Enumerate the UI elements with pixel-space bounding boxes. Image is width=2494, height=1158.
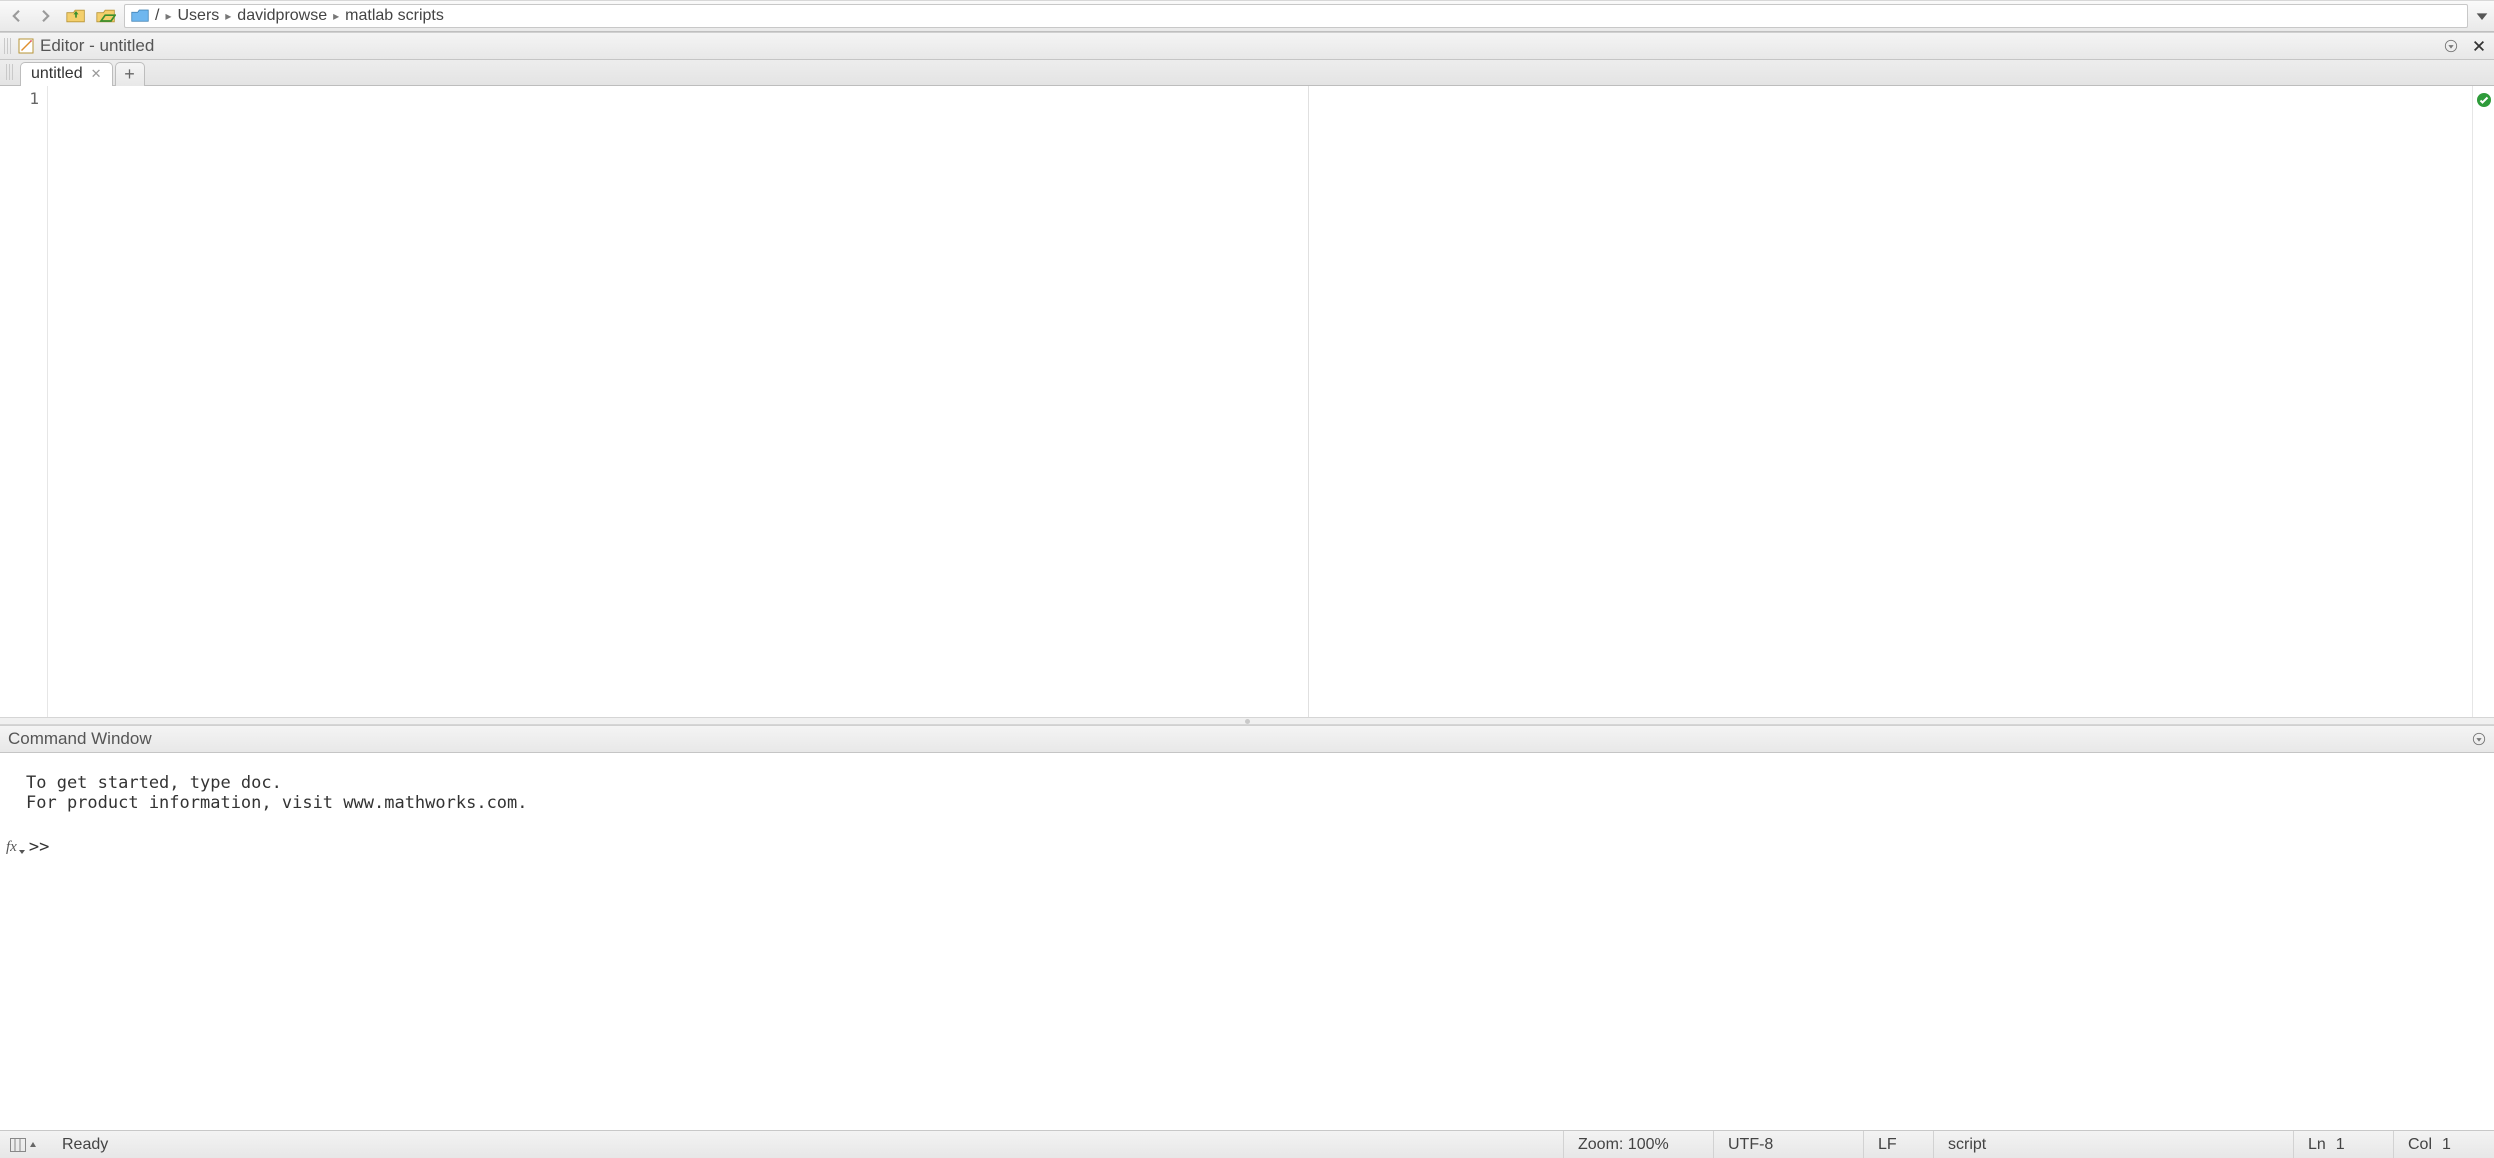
breadcrumb-root[interactable]: / (155, 7, 159, 25)
col-label: Col (2408, 1136, 2432, 1154)
forward-button[interactable] (34, 4, 58, 28)
zoom-value: 100% (1628, 1136, 1669, 1154)
ln-value: 1 (2336, 1136, 2345, 1154)
up-one-level-button[interactable] (64, 4, 88, 28)
line-number-gutter: 1 (0, 86, 48, 718)
grip-dot-icon (1245, 719, 1250, 724)
status-line-ending[interactable]: LF (1864, 1131, 1934, 1158)
caret-down-icon (2474, 8, 2490, 24)
command-prompt-symbol: >> (29, 837, 49, 857)
folder-open-icon (96, 7, 116, 25)
code-analyzer-gutter (2472, 86, 2494, 718)
command-window-titlebar: Command Window (0, 725, 2494, 753)
command-output-line: To get started, type doc. (6, 773, 2488, 793)
close-icon (2472, 39, 2486, 53)
folder-icon (131, 8, 149, 24)
drag-handle[interactable] (4, 38, 12, 54)
status-bar: Ready Zoom: 100% UTF-8 LF script Ln 1 Co… (0, 1130, 2494, 1158)
tab-close-button[interactable]: ✕ (91, 66, 102, 82)
arrow-right-icon (37, 7, 55, 25)
editor-body: 1 (0, 86, 2494, 718)
current-folder-field[interactable]: / ▸ Users ▸ davidprowse ▸ matlab scripts (124, 4, 2468, 28)
circle-caret-down-icon (2444, 39, 2458, 53)
code-text-area[interactable] (48, 86, 2472, 718)
chevron-right-icon: ▸ (165, 9, 171, 23)
command-window-body[interactable]: To get started, type doc. For product in… (0, 753, 2494, 1130)
editor-tabstrip: untitled ✕ + (0, 60, 2494, 86)
command-window-pane: Command Window To get started, type doc.… (0, 725, 2494, 1130)
pane-splitter[interactable] (0, 717, 2494, 725)
status-line-number[interactable]: Ln 1 (2294, 1131, 2394, 1158)
zoom-label: Zoom: (1578, 1136, 1623, 1154)
layout-button[interactable] (6, 1135, 30, 1155)
breadcrumb-segment[interactable]: Users (177, 7, 219, 25)
status-file-type[interactable]: script (1934, 1131, 2294, 1158)
ln-label: Ln (2308, 1136, 2326, 1154)
editor-tab[interactable]: untitled ✕ (20, 62, 113, 86)
editor-title: Editor - untitled (40, 36, 2434, 56)
col-value: 1 (2442, 1136, 2451, 1154)
tab-label: untitled (31, 65, 83, 83)
line-number: 1 (0, 88, 47, 110)
editor-titlebar: Editor - untitled (0, 32, 2494, 60)
path-history-dropdown[interactable] (2474, 8, 2490, 24)
command-window-title: Command Window (4, 729, 2462, 749)
status-message: Ready (48, 1131, 1564, 1158)
layout-icon (10, 1138, 26, 1152)
editor-pane: Editor - untitled untitled ✕ + 1 (0, 32, 2494, 718)
chevron-right-icon: ▸ (333, 9, 339, 23)
plus-icon: + (124, 64, 135, 85)
new-tab-button[interactable]: + (115, 62, 145, 86)
editor-close-button[interactable] (2468, 35, 2490, 57)
status-column-number[interactable]: Col 1 (2394, 1131, 2494, 1158)
circle-caret-down-icon (2472, 732, 2486, 746)
breadcrumb-segment[interactable]: davidprowse (237, 7, 327, 25)
arrow-left-icon (7, 7, 25, 25)
command-input[interactable] (55, 837, 2488, 857)
status-encoding[interactable]: UTF-8 (1714, 1131, 1864, 1158)
status-zoom[interactable]: Zoom: 100% (1564, 1131, 1714, 1158)
drag-handle[interactable] (6, 64, 14, 80)
chevron-right-icon: ▸ (225, 9, 231, 23)
page-width-guide (1308, 86, 1309, 718)
breadcrumb-segment[interactable]: matlab scripts (345, 7, 444, 25)
command-window-actions-menu[interactable] (2468, 728, 2490, 750)
function-browser-button[interactable]: fx (6, 839, 23, 856)
editor-actions-menu[interactable] (2440, 35, 2462, 57)
check-ok-icon (2476, 92, 2492, 718)
editor-icon (18, 38, 34, 54)
browse-folder-button[interactable] (94, 4, 118, 28)
folder-up-icon (66, 7, 86, 25)
back-button[interactable] (4, 4, 28, 28)
command-output-line: For product information, visit www.mathw… (6, 793, 2488, 813)
path-toolbar: / ▸ Users ▸ davidprowse ▸ matlab scripts (0, 0, 2494, 32)
